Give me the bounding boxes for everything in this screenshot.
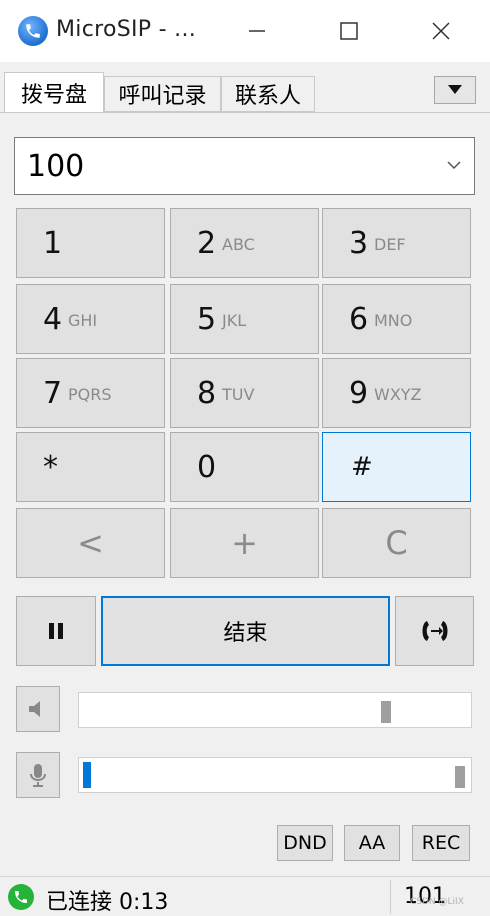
key-digit: 5	[197, 302, 217, 337]
key-2[interactable]: 2 ABC	[170, 208, 319, 278]
mic-level-fill	[83, 762, 91, 788]
key-9[interactable]: 9 WXYZ	[322, 358, 471, 428]
end-call-label: 结束	[223, 621, 268, 646]
key-digit: 6	[349, 302, 369, 337]
key-letters: DEF	[374, 235, 406, 254]
key-digit: 4	[43, 302, 63, 337]
close-icon	[432, 22, 450, 40]
main-menu-button[interactable]	[434, 76, 476, 104]
chevron-down-icon[interactable]	[446, 155, 462, 174]
close-button[interactable]	[396, 0, 486, 62]
key-digit: 0	[197, 450, 217, 485]
key-6[interactable]: 6 MNO	[322, 284, 471, 354]
key-digit: 9	[349, 376, 369, 411]
transfer-icon	[422, 621, 447, 641]
key-letters: MNO	[374, 311, 413, 330]
speaker-mute-button[interactable]	[16, 686, 60, 732]
maximize-button[interactable]	[304, 0, 394, 62]
menu-dropdown-icon	[448, 85, 462, 94]
key-digit: 2	[197, 226, 217, 261]
key-7[interactable]: 7 PQRS	[16, 358, 165, 428]
tab-dialpad[interactable]: 拨号盘	[4, 72, 104, 112]
key-letters: PQRS	[68, 385, 112, 404]
key-digit: *	[43, 450, 58, 485]
tab-call-history[interactable]: 呼叫记录	[104, 76, 221, 112]
record-button[interactable]: REC	[412, 825, 470, 861]
call-status-text: 已连接 0:13	[46, 890, 169, 915]
pause-icon	[49, 623, 63, 639]
dnd-button[interactable]: DND	[277, 825, 333, 861]
window-title: MicroSIP - ...	[56, 17, 197, 42]
key-letters: WXYZ	[374, 385, 422, 404]
key-digit: 7	[43, 376, 63, 411]
slider-thumb[interactable]	[381, 701, 391, 723]
tab-divider	[0, 112, 490, 113]
key-4[interactable]: 4 GHI	[16, 284, 165, 354]
microphone-icon	[30, 764, 46, 787]
minimize-button[interactable]	[212, 0, 302, 62]
microsip-logo-icon	[18, 16, 48, 46]
key-digit: 3	[349, 226, 369, 261]
maximize-icon	[340, 22, 358, 40]
key-8[interactable]: 8 TUV	[170, 358, 319, 428]
key-hash[interactable]: #	[322, 432, 471, 502]
key-digit: #	[351, 452, 373, 482]
end-call-button[interactable]: 结束	[101, 596, 390, 666]
key-letters: GHI	[68, 311, 98, 330]
key-star[interactable]: *	[16, 432, 165, 502]
clear-button[interactable]: C	[322, 508, 471, 578]
number-input[interactable]: 100	[14, 137, 475, 195]
key-0[interactable]: 0	[170, 432, 319, 502]
key-digit: 8	[197, 376, 217, 411]
backspace-label: <	[77, 524, 104, 562]
transfer-button[interactable]	[395, 596, 474, 666]
clear-label: C	[385, 524, 408, 562]
plus-label: +	[231, 524, 258, 562]
hold-button[interactable]	[16, 596, 96, 666]
watermark-text: CSDN @LiIX	[410, 897, 464, 907]
tab-contacts[interactable]: 联系人	[221, 76, 315, 112]
slider-thumb[interactable]	[455, 766, 465, 788]
key-5[interactable]: 5 JKL	[170, 284, 319, 354]
connected-icon	[8, 884, 34, 910]
status-divider	[390, 880, 391, 914]
key-letters: JKL	[222, 311, 247, 330]
key-digit: 1	[43, 226, 63, 261]
key-letters: ABC	[222, 235, 255, 254]
speaker-icon	[29, 701, 40, 717]
speaker-volume-slider[interactable]	[78, 692, 472, 728]
mic-level-bar[interactable]	[78, 757, 472, 793]
minimize-icon	[249, 30, 265, 32]
mic-mute-button[interactable]	[16, 752, 60, 798]
backspace-button[interactable]: <	[16, 508, 165, 578]
number-value: 100	[27, 148, 85, 184]
auto-answer-button[interactable]: AA	[344, 825, 400, 861]
key-letters: TUV	[222, 385, 255, 404]
plus-button[interactable]: +	[170, 508, 319, 578]
key-3[interactable]: 3 DEF	[322, 208, 471, 278]
key-1[interactable]: 1	[16, 208, 165, 278]
